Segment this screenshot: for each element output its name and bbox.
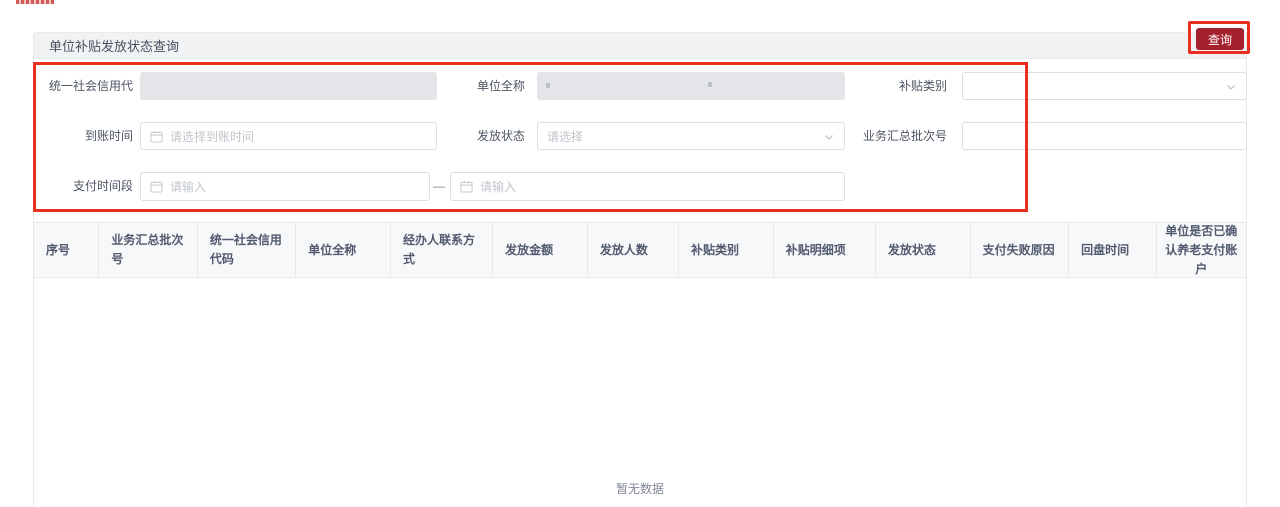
redacted-mark xyxy=(546,83,550,88)
column-header-amount: 发放金额 xyxy=(493,223,588,277)
period-separator: — xyxy=(433,172,445,201)
table-body: 暂无数据 xyxy=(34,278,1246,506)
column-header-seq: 序号 xyxy=(34,223,99,277)
credit-code-input[interactable] xyxy=(140,72,437,100)
grant-status-label: 发放状态 xyxy=(405,122,525,150)
unit-name-label: 单位全称 xyxy=(405,72,525,100)
table-header-row: 序号 业务汇总批次号 统一社会信用代码 单位全称 经办人联系方式 发放金额 发放… xyxy=(34,222,1246,278)
empty-state-text: 暂无数据 xyxy=(34,480,1246,497)
column-header-fail-reason: 支付失败原因 xyxy=(971,223,1069,277)
column-header-subsidy-detail: 补贴明细项 xyxy=(774,223,876,277)
chevron-down-icon xyxy=(1225,81,1237,93)
calendar-icon xyxy=(150,180,163,193)
credit-code-label: 统一社会信用代 xyxy=(13,72,133,100)
pay-period-end-placeholder: 请输入 xyxy=(480,178,516,195)
subsidy-type-select[interactable] xyxy=(962,72,1247,100)
redacted-mark xyxy=(708,82,712,87)
grant-status-placeholder: 请选择 xyxy=(547,128,583,145)
column-header-grant-status: 发放状态 xyxy=(876,223,971,277)
column-header-pension-confirm: 单位是否已确认养老支付账户 xyxy=(1157,223,1246,277)
pay-period-start-placeholder: 请输入 xyxy=(170,178,206,195)
calendar-icon xyxy=(460,180,473,193)
results-table: 序号 业务汇总批次号 统一社会信用代码 单位全称 经办人联系方式 发放金额 发放… xyxy=(34,222,1246,506)
arrival-time-datepicker[interactable]: 请选择到账时间 xyxy=(140,122,437,150)
page-title: 单位补贴发放状态查询 xyxy=(49,36,179,55)
column-header-batch-no: 业务汇总批次号 xyxy=(99,223,197,277)
column-header-contact: 经办人联系方式 xyxy=(391,223,493,277)
unit-name-input[interactable] xyxy=(537,72,845,100)
pay-period-label: 支付时间段 xyxy=(13,172,133,200)
batch-no-input[interactable] xyxy=(972,129,1237,143)
grant-status-select[interactable]: 请选择 xyxy=(537,122,845,150)
column-header-subsidy-type: 补贴类别 xyxy=(679,223,774,277)
pay-period-end-datepicker[interactable]: 请输入 xyxy=(450,172,845,201)
arrival-time-placeholder: 请选择到账时间 xyxy=(170,128,254,145)
arrival-time-label: 到账时间 xyxy=(13,122,133,150)
calendar-icon xyxy=(150,130,163,143)
panel-header: 单位补贴发放状态查询 xyxy=(34,33,1246,59)
clipped-red-text-fragment xyxy=(16,0,54,4)
column-header-headcount: 发放人数 xyxy=(588,223,679,277)
query-button[interactable]: 查询 xyxy=(1196,28,1244,50)
column-header-return-time: 回盘时间 xyxy=(1069,223,1156,277)
column-header-unit-name: 单位全称 xyxy=(296,223,391,277)
page: 单位补贴发放状态查询 统一社会信用代 单位全称 补贴类别 到账时间 请选择到账时… xyxy=(0,0,1280,507)
column-header-credit-code: 统一社会信用代码 xyxy=(198,223,296,277)
subsidy-type-label: 补贴类别 xyxy=(827,72,947,100)
batch-no-input-wrap xyxy=(962,122,1247,150)
batch-no-label: 业务汇总批次号 xyxy=(827,122,947,150)
pay-period-start-datepicker[interactable]: 请输入 xyxy=(140,172,430,201)
